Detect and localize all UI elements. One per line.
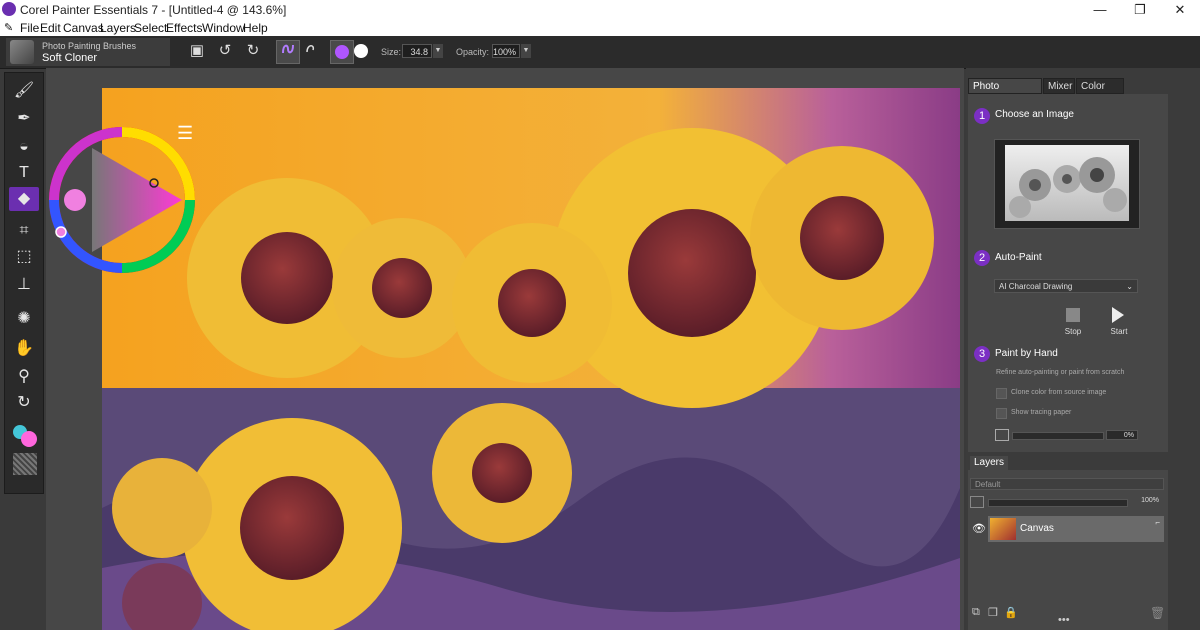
cloner-tool-icon[interactable]: ⊥	[9, 273, 39, 297]
tracing-paper-checkbox[interactable]	[996, 408, 1007, 419]
layer-opacity-field[interactable]: 100%	[1130, 496, 1162, 506]
tracing-opacity-field[interactable]: 0%	[1106, 430, 1138, 440]
auto-paint-style-select[interactable]: AI Charcoal Drawing ⌄	[994, 279, 1138, 293]
new-layer-icon[interactable]: ⧉	[972, 606, 980, 619]
app-logo-icon	[2, 2, 16, 16]
more-options-icon[interactable]: •••	[1058, 614, 1070, 626]
minimize-button[interactable]: —	[1080, 0, 1120, 20]
menu-bar: ✎ File Edit Canvas Layers Select Effects…	[0, 20, 1200, 36]
layer-name: Canvas	[1020, 523, 1054, 534]
tracing-opacity-slider[interactable]	[1012, 432, 1104, 440]
rect-select-tool-icon[interactable]: ⬚	[9, 245, 39, 269]
opacity-label: Opacity:	[456, 47, 490, 57]
additional-color-swatch[interactable]	[350, 40, 372, 62]
size-dropdown[interactable]: ▼	[433, 44, 443, 58]
rotate-page-tool-icon[interactable]: ↻	[9, 391, 39, 415]
tab-photo-painting[interactable]: Photo Painting	[968, 78, 1042, 108]
size-field[interactable]: 34.8	[402, 44, 432, 58]
brush-thumbnail	[10, 40, 34, 64]
menu-file[interactable]: File	[20, 21, 39, 35]
property-bar: Photo Painting Brushes Soft Cloner ▣ ↺ ↻…	[0, 36, 1200, 69]
auto-paint-title: Auto-Paint	[995, 252, 1042, 263]
menu-window[interactable]: Window	[202, 21, 245, 35]
lock-icon[interactable]: 🔒	[1004, 606, 1018, 619]
brush-menu-icon[interactable]: ✎	[4, 21, 13, 34]
freehand-stroke-icon[interactable]	[276, 40, 300, 64]
menu-layers[interactable]: Layers	[100, 21, 136, 35]
menu-effects[interactable]: Effects	[166, 21, 202, 35]
undo-icon[interactable]: ↺	[214, 40, 236, 62]
main-color-icon[interactable]	[21, 431, 37, 447]
opacity-dropdown[interactable]: ▼	[521, 44, 531, 58]
paint-by-hand-description: Refine auto-painting or paint from scrat…	[996, 369, 1125, 376]
layers-tab[interactable]: Layers	[970, 456, 1008, 470]
brush-category: Photo Painting Brushes	[42, 41, 137, 51]
menu-help[interactable]: Help	[243, 21, 268, 35]
toolbox: 🖌 ✒ ◒ T ◆ ⌗ ⬚ ⊥ ✺ ✋ ⚲ ↻	[4, 72, 44, 494]
save-icon[interactable]: ▣	[186, 40, 208, 62]
step-2-badge: 2	[974, 250, 990, 266]
stop-button-label[interactable]: Stop	[1058, 327, 1088, 336]
layer-opacity-slider[interactable]	[988, 499, 1128, 507]
layer-row-canvas[interactable]: Canvas ⌐	[988, 516, 1164, 542]
brush-tool-icon[interactable]: 🖌	[9, 79, 39, 103]
start-icon[interactable]	[1112, 307, 1124, 323]
straight-stroke-icon[interactable]	[300, 40, 322, 62]
layer-thumbnail	[990, 518, 1016, 540]
canvas-painting[interactable]	[102, 88, 960, 630]
trash-icon[interactable]: 🗑	[1150, 606, 1165, 620]
layer-lock-icon: ⌐	[1155, 518, 1160, 527]
paint-by-hand-title: Paint by Hand	[995, 348, 1058, 359]
dropper-tool-icon[interactable]: ✒	[9, 107, 39, 131]
title-bar: Corel Painter Essentials 7 - [Untitled-4…	[0, 0, 1200, 20]
menu-edit[interactable]: Edit	[40, 21, 61, 35]
auto-paint-style-value: AI Charcoal Drawing	[999, 282, 1073, 291]
redo-icon[interactable]: ↻	[242, 40, 264, 62]
clone-color-checkbox[interactable]	[996, 388, 1007, 399]
menu-select[interactable]: Select	[134, 21, 167, 35]
choose-image-title: Choose an Image	[995, 109, 1074, 120]
close-button[interactable]: ✕	[1160, 0, 1200, 20]
tracing-paper-label: Show tracing paper	[1011, 409, 1072, 416]
size-label: Size:	[381, 47, 402, 57]
crop-tool-icon[interactable]: ⌗	[9, 219, 39, 243]
tab-color-set[interactable]: Color Set	[1076, 78, 1124, 108]
stop-icon[interactable]	[1066, 308, 1080, 322]
color-wheel[interactable]	[46, 124, 198, 276]
opacity-field[interactable]: 100%	[492, 44, 520, 58]
eye-icon[interactable]: 👁	[972, 522, 986, 535]
grabber-tool-icon[interactable]: ✋	[9, 337, 39, 361]
kaleidoscope-tool-icon[interactable]: ✺	[9, 307, 39, 331]
eraser-tool-icon[interactable]: ◆	[9, 187, 39, 211]
duplicate-layer-icon[interactable]: ❐	[988, 606, 998, 619]
magnifier-tool-icon[interactable]: ⚲	[9, 365, 39, 389]
step-1-badge: 1	[974, 108, 990, 124]
chevron-down-icon: ⌄	[1126, 282, 1133, 291]
paint-bucket-tool-icon[interactable]: ◒	[9, 135, 39, 159]
composite-method-select[interactable]: Default	[970, 478, 1164, 490]
menu-canvas[interactable]: Canvas	[63, 21, 104, 35]
tab-mixer[interactable]: Mixer	[1043, 78, 1075, 94]
layer-opacity-icon	[970, 496, 984, 508]
paper-texture-icon[interactable]	[13, 453, 37, 475]
start-button-label[interactable]: Start	[1104, 327, 1134, 336]
brush-name: Soft Cloner	[42, 52, 98, 64]
layers-panel	[968, 470, 1168, 630]
source-image-frame[interactable]	[994, 139, 1140, 229]
step-3-badge: 3	[974, 346, 990, 362]
source-image-thumbnail	[1005, 145, 1129, 221]
window-title: Corel Painter Essentials 7 - [Untitled-4…	[20, 3, 287, 17]
brush-selector[interactable]: Photo Painting Brushes Soft Cloner	[6, 38, 170, 66]
text-tool-icon[interactable]: T	[9, 161, 39, 185]
sunflower-painting-image	[102, 88, 960, 630]
wheel-menu-icon[interactable]: ☰	[177, 124, 195, 142]
composite-method-value: Default	[975, 480, 1001, 489]
tracing-opacity-icon	[995, 429, 1009, 441]
maximize-button[interactable]: ❐	[1120, 0, 1160, 20]
clone-color-label: Clone color from source image	[1011, 389, 1107, 396]
